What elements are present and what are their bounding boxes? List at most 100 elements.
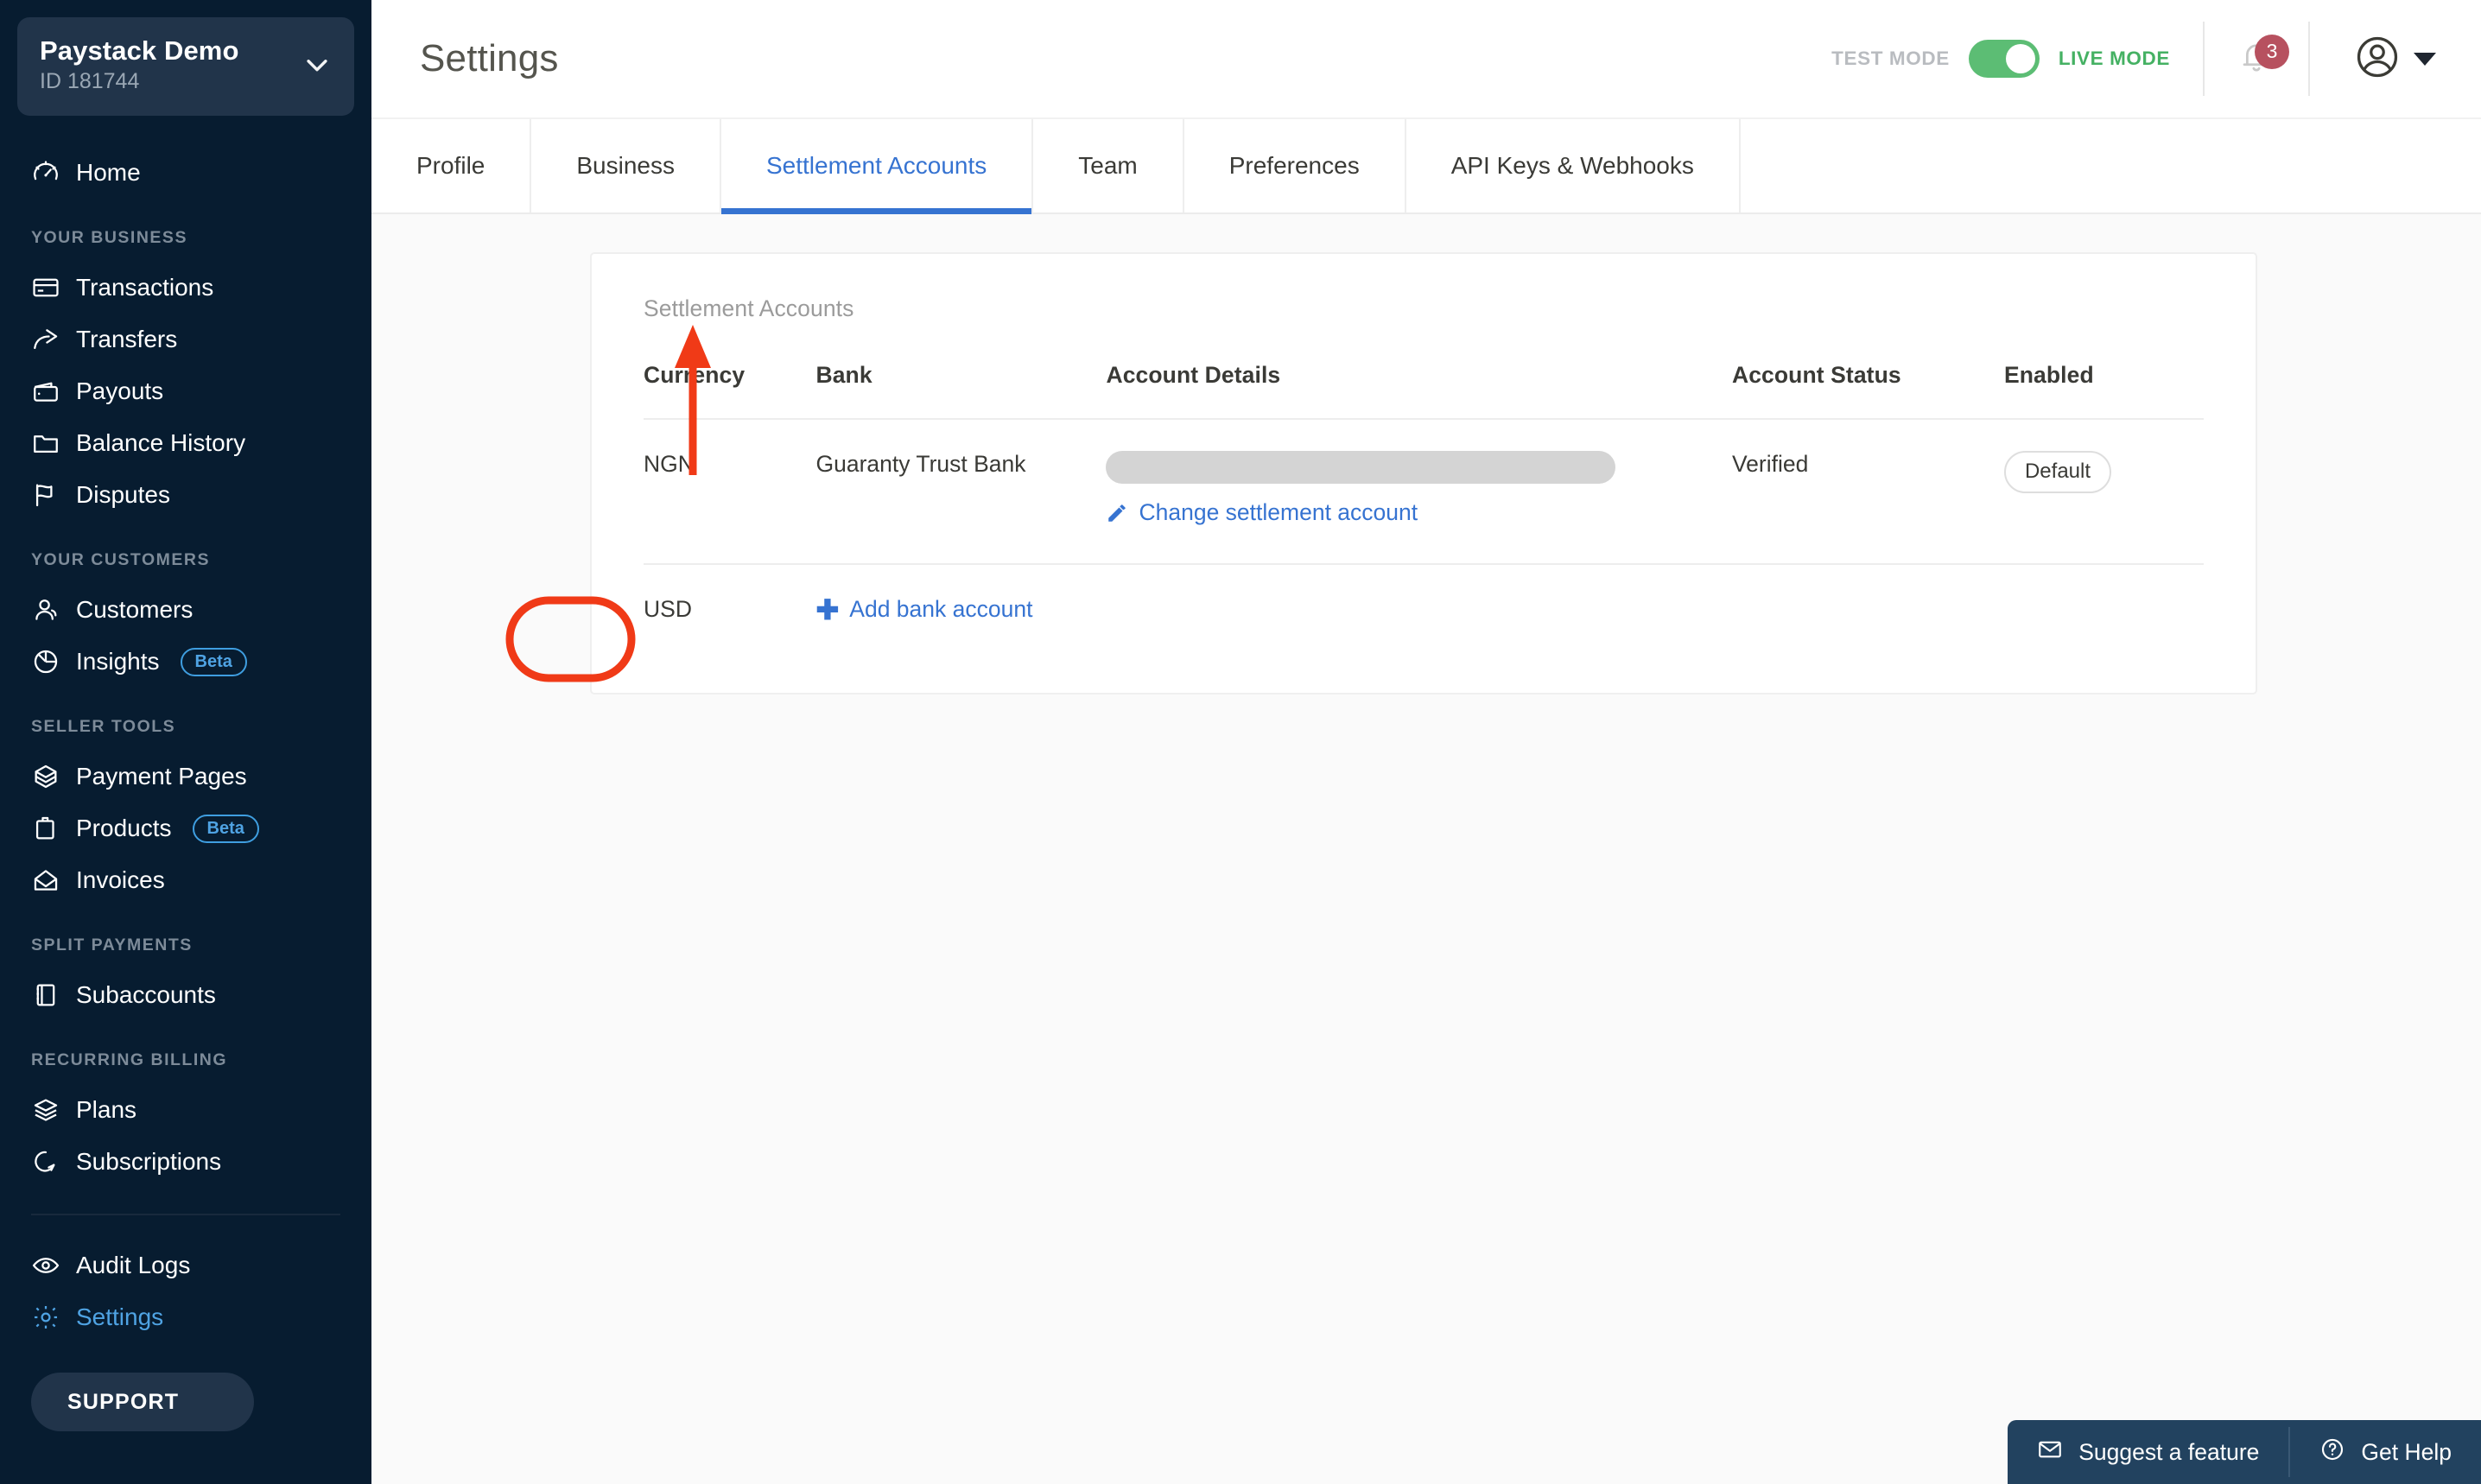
sidebar-item-subscriptions[interactable]: Subscriptions [0,1136,371,1188]
main-area: Settings TEST MODE LIVE MODE 3 Profile B… [371,0,2481,1484]
open-box-icon [31,762,60,791]
sidebar-item-label: Customers [76,596,194,624]
table-header-row: Currency Bank Account Details Account St… [644,362,2204,419]
sidebar-item-settings[interactable]: Settings [0,1291,371,1343]
sidebar-item-invoices[interactable]: Invoices [0,854,371,906]
content-area: Settlement Accounts Currency Bank Accoun… [371,214,2481,1484]
get-help-label: Get Help [2361,1438,2452,1465]
sidebar-item-transactions[interactable]: Transactions [0,262,371,314]
question-circle-icon [2319,1436,2345,1468]
toggle-knob [2005,44,2035,73]
sidebar-item-label: Transactions [76,274,214,301]
add-bank-account-label: Add bank account [849,596,1033,622]
change-settlement-account-row: Change settlement account [1106,499,1731,530]
pie-chart-icon [31,647,60,676]
change-settlement-account-link[interactable]: Change settlement account [1106,499,1418,526]
suggest-a-feature-button[interactable]: Suggest a feature [2008,1420,2288,1484]
sidebar-item-transfers[interactable]: Transfers [0,314,371,365]
add-bank-account-link[interactable]: ✚ Add bank account [815,596,1032,624]
tab-label: Business [576,152,675,179]
sidebar-item-disputes[interactable]: Disputes [0,469,371,521]
sidebar-item-products[interactable]: Products Beta [0,802,371,854]
mode-switch-group: TEST MODE LIVE MODE [1831,40,2203,78]
clipboard-icon [31,814,60,843]
tab-api-keys-webhooks[interactable]: API Keys & Webhooks [1406,119,1741,212]
redacted-account-number [1106,451,1616,484]
tabs-filler [1741,119,2481,212]
envelope-icon [2037,1436,2063,1468]
credit-card-icon [31,273,60,302]
column-header-currency: Currency [644,362,746,388]
floating-help-bar: Suggest a feature Get Help [2008,1420,2481,1484]
workspace-info: Paystack Demo ID 181744 [40,35,239,93]
sidebar-item-label: Transfers [76,326,178,353]
get-help-button[interactable]: Get Help [2290,1420,2481,1484]
cell-currency: NGN [644,451,695,477]
table-row: NGN Guaranty Trust Bank Change settlemen… [644,419,2204,564]
cell-account-details: Change settlement account [1106,419,1731,564]
sidebar-nav: Home YOUR BUSINESS Transactions Transfer… [0,147,371,1484]
workspace-switcher[interactable]: Paystack Demo ID 181744 [17,17,354,117]
sidebar-item-label: Insights [76,648,160,675]
tab-preferences[interactable]: Preferences [1184,119,1406,212]
pencil-icon [1106,502,1128,524]
card-title: Settlement Accounts [644,295,854,321]
speedometer-icon [31,158,60,187]
support-button[interactable]: SUPPORT [31,1373,254,1432]
tab-label: Preferences [1228,152,1360,179]
beta-badge: Beta [192,814,259,843]
test-mode-label: TEST MODE [1831,48,1950,69]
gear-icon [31,1303,60,1332]
sidebar-item-insights[interactable]: Insights Beta [0,636,371,688]
cell-account-status: Verified [1731,451,1809,477]
tab-label: Profile [416,152,485,179]
sidebar-item-label: Subscriptions [76,1148,222,1176]
sidebar-item-label: Plans [76,1096,137,1124]
wallet-icon [31,377,60,406]
caret-down-icon [2414,52,2436,66]
table-row: USD ✚ Add bank account [644,563,2204,658]
table-header: Currency Bank Account Details Account St… [644,362,2204,419]
sidebar-item-label: Settings [76,1303,164,1331]
folder-icon [31,428,60,458]
sidebar-item-label: Disputes [76,481,170,509]
share-arrow-icon [31,325,60,354]
sidebar-item-plans[interactable]: Plans [0,1084,371,1136]
sidebar-item-balance-history[interactable]: Balance History [0,417,371,469]
column-header-enabled: Enabled [2003,362,2094,388]
tab-settlement-accounts[interactable]: Settlement Accounts [721,119,1034,214]
account-menu-button[interactable] [2310,33,2436,86]
sidebar-item-payouts[interactable]: Payouts [0,365,371,417]
column-header-account-status: Account Status [1731,362,1901,388]
sidebar-section-seller-tools: SELLER TOOLS [31,717,176,737]
page-title: Settings [420,37,559,79]
eye-icon [31,1251,60,1280]
notebook-icon [31,980,60,1010]
sidebar-item-label: Subaccounts [76,981,216,1009]
layers-icon [31,1095,60,1125]
sidebar-item-label: Home [76,159,141,187]
sidebar-section-your-customers: YOUR CUSTOMERS [31,550,210,570]
sidebar-item-customers[interactable]: Customers [0,584,371,636]
column-header-account-details: Account Details [1106,362,1281,388]
tab-team[interactable]: Team [1033,119,1184,212]
user-circle-icon [2353,33,2402,86]
status-badge[interactable]: Default [2003,451,2112,493]
sidebar: Paystack Demo ID 181744 Home YOUR BUSINE… [0,0,371,1484]
sidebar-item-home[interactable]: Home [0,147,371,199]
sidebar-item-audit-logs[interactable]: Audit Logs [0,1240,371,1291]
live-mode-toggle[interactable] [1968,40,2040,78]
table-body: NGN Guaranty Trust Bank Change settlemen… [644,419,2204,658]
tab-business[interactable]: Business [531,119,721,212]
cell-enabled: Default [2003,419,2204,564]
sidebar-divider [31,1214,340,1216]
sidebar-item-subaccounts[interactable]: Subaccounts [0,969,371,1021]
beta-badge: Beta [180,647,247,676]
cell-currency: USD [644,595,692,622]
sidebar-item-payment-pages[interactable]: Payment Pages [0,751,371,802]
flag-icon [31,480,60,510]
tab-label: API Keys & Webhooks [1450,152,1694,179]
tab-profile[interactable]: Profile [371,119,532,212]
sidebar-item-label: Payment Pages [76,763,247,790]
notifications-button[interactable]: 3 [2205,34,2308,80]
